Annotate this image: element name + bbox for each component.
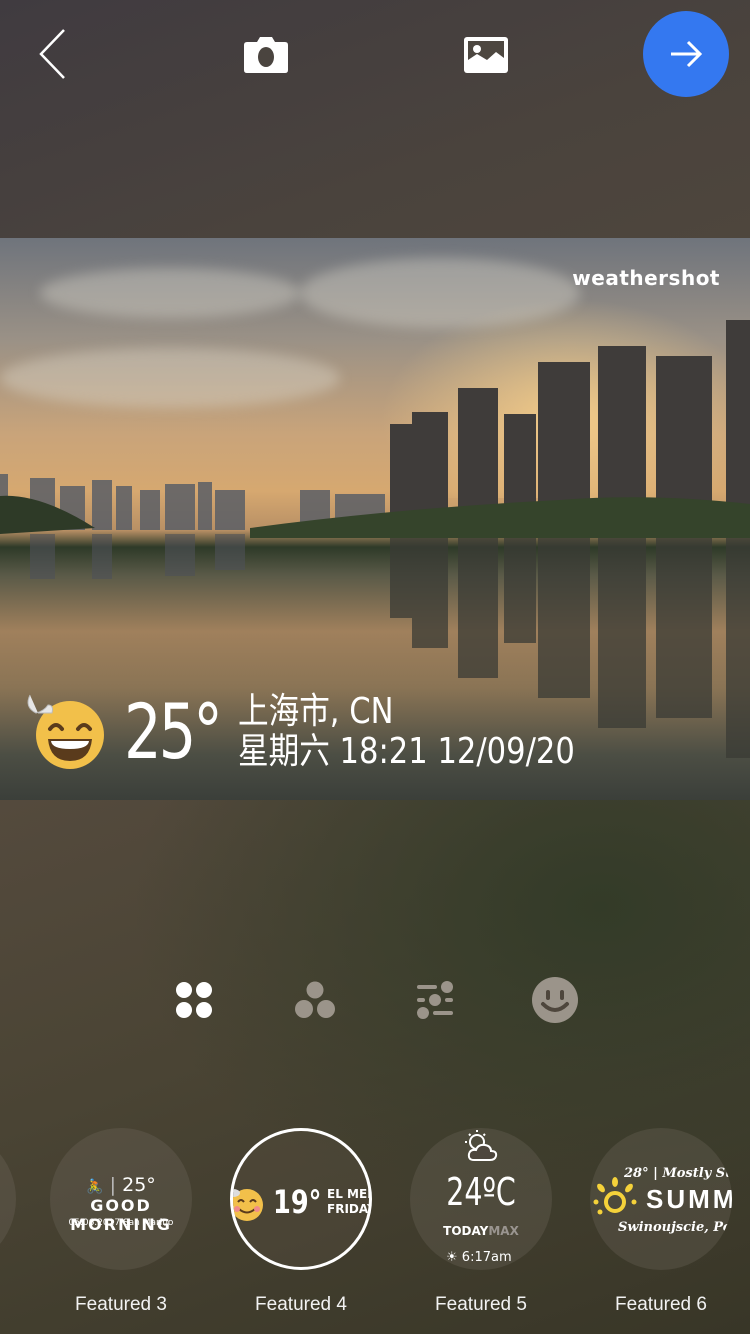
camera-icon (244, 37, 288, 73)
editing-tool-tabs (0, 972, 750, 1028)
next-button[interactable] (643, 11, 729, 97)
tab-filters[interactable] (285, 972, 345, 1028)
preview-sunrise: 6:17am (461, 1250, 512, 1265)
three-circles-icon (295, 981, 335, 1018)
preview-temp: 19° (273, 1183, 322, 1221)
weathershot-watermark: weathershot (572, 266, 720, 290)
arrow-right-icon (671, 40, 703, 68)
weather-sticker[interactable]: 25° 上海市, CN 星期六 18:21 12/09/20 (20, 682, 634, 782)
featured-preview (0, 1128, 16, 1270)
preview-temp: 25° (122, 1174, 156, 1196)
sliders-icon (417, 981, 453, 1019)
featured-label: Featured 4 (255, 1294, 347, 1315)
tab-layouts[interactable] (164, 972, 224, 1028)
featured-label: Featured 6 (615, 1294, 707, 1315)
chevron-left-icon (39, 29, 65, 79)
featured-preview: 🚴 | 25° GOOD MORNING 05.06.2017 San Mari… (50, 1128, 192, 1270)
featured-preview: 28° | Mostly Sun SUMM Swinoujscie, Pol (590, 1128, 732, 1270)
featured-item-partial[interactable] (0, 1128, 18, 1324)
preview-headline: SUMM (646, 1184, 732, 1214)
back-button[interactable] (28, 26, 78, 82)
gallery-button[interactable] (456, 30, 516, 80)
grinning-face-with-cloud-icon (20, 687, 110, 777)
preview-sub: 05.06.2017 San Marino (68, 1218, 174, 1228)
location-block: 上海市, CN 星期六 18:21 12/09/20 (238, 692, 634, 772)
preview-today: TODAY (443, 1224, 489, 1238)
smiling-face-with-cloud-icon (233, 1189, 263, 1221)
sunrise-icon: ☀ (446, 1250, 458, 1265)
featured-item-3[interactable]: 🚴 | 25° GOOD MORNING 05.06.2017 San Mari… (48, 1128, 194, 1324)
preview-line1: EL MEDA (327, 1187, 369, 1201)
featured-item-5[interactable]: 24ºC TODAYMAX ☀ 6:17am Featured 5 (408, 1128, 554, 1324)
image-icon (464, 37, 508, 73)
featured-item-4[interactable]: 19° EL MEDA FRIDAY Featured 4 (228, 1128, 374, 1324)
featured-item-6[interactable]: 28° | Mostly Sun SUMM Swinoujscie, Pol F… (588, 1128, 734, 1324)
top-toolbar (0, 0, 750, 110)
preview-line2: FRIDAY (327, 1202, 372, 1216)
featured-preview: 19° EL MEDA FRIDAY (230, 1128, 372, 1270)
sun-icon (593, 1177, 637, 1215)
tab-stickers[interactable] (525, 972, 585, 1028)
four-dots-icon (176, 982, 212, 1018)
preview-sub: Swinoujscie, Pol (618, 1220, 732, 1235)
preview-headline: GOOD MORNING (70, 1196, 172, 1234)
datetime-text: 星期六 18:21 12/09/20 (238, 731, 575, 772)
smiley-icon (532, 977, 578, 1023)
photo-preview[interactable]: weathershot 25° 上海市, CN 星期六 18:21 12/09/… (0, 238, 750, 800)
camera-button[interactable] (236, 30, 296, 80)
featured-preview: 24ºC TODAYMAX ☀ 6:17am (410, 1128, 552, 1270)
featured-carousel[interactable]: 🚴 | 25° GOOD MORNING 05.06.2017 San Mari… (0, 1128, 750, 1328)
temperature-value: 25° (124, 687, 223, 776)
preview-temp: 24ºC (446, 1170, 516, 1214)
cyclist-icon: 🚴 (86, 1179, 104, 1195)
preview-top: 28° | Mostly Sun (624, 1166, 732, 1181)
tab-adjust[interactable] (405, 972, 465, 1028)
featured-label: Featured 5 (435, 1294, 527, 1315)
featured-label: Featured 3 (75, 1294, 167, 1315)
preview-max: MAX (488, 1224, 519, 1238)
location-text: 上海市, CN (238, 691, 394, 732)
partly-cloudy-icon (465, 1130, 498, 1161)
